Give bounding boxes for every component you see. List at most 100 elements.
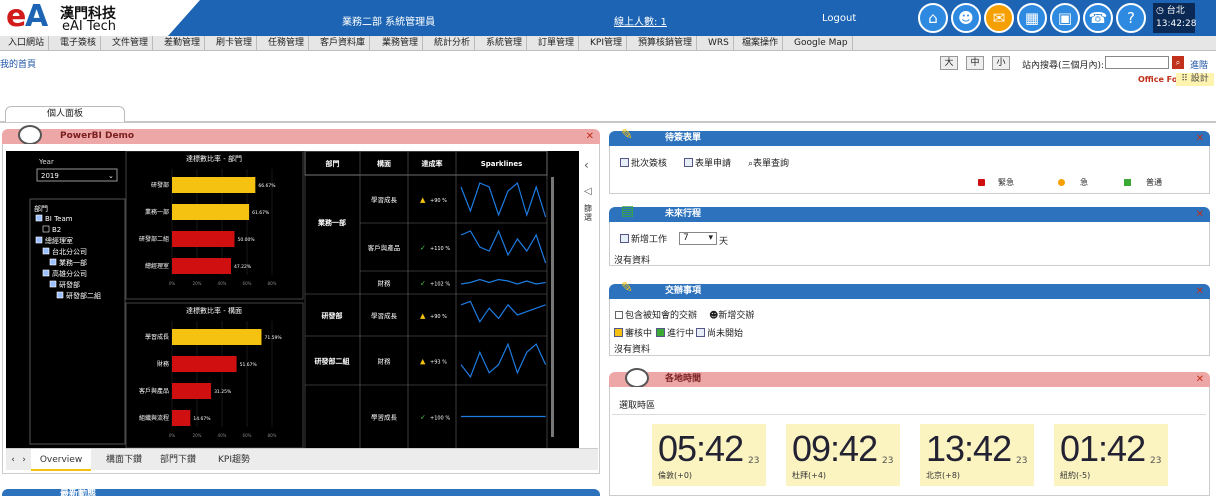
table-face-cell: 學習成長 [371, 413, 398, 422]
tabs-next-icon[interactable]: › [19, 449, 29, 471]
table-face-cell: 財務 [378, 279, 392, 288]
menu-item[interactable]: 預算核銷管理 [634, 36, 698, 51]
menu-item[interactable]: 電子簽核 [56, 36, 102, 51]
add-assignment-button[interactable]: ☻新增交辦 [709, 308, 754, 324]
logo[interactable]: e A 漢門科技 eAI Tech [0, 0, 200, 36]
filter-pane-label[interactable]: 篩選 [584, 204, 596, 222]
days-select[interactable]: 7 ▾ [679, 232, 717, 245]
normal-icon [1124, 179, 1131, 186]
filter-icon[interactable]: ◁ [584, 186, 592, 197]
data-label: 14.67% [193, 416, 211, 422]
collapse-chevron-icon[interactable]: ‹ [584, 158, 589, 172]
reviewing-icon [614, 328, 623, 337]
batch-sign-button[interactable]: 批次簽核 [620, 156, 667, 172]
main-menu-bar: 入口網站 電子簽核 文件管理 差勤管理 刷卡管理 任務管理 客戶資料庫 業務管理… [0, 36, 1216, 84]
menu-item[interactable]: 刷卡管理 [212, 36, 258, 51]
form-apply-button[interactable]: 表單申請 [684, 156, 731, 172]
close-icon[interactable]: ✕ [1196, 131, 1204, 146]
category-label: 業務一部 [145, 208, 169, 216]
grid-icon: ⠿ [1181, 74, 1188, 84]
filter-reviewing[interactable]: 審核中 [614, 326, 652, 342]
tree-node-label: B2 [52, 226, 61, 234]
design-button[interactable]: ⠿ 設計 [1176, 73, 1214, 86]
pending-forms-title: 待簽表單 [665, 133, 702, 143]
calendar-icon[interactable]: ▦ [1017, 3, 1047, 33]
powerbi-tab-overview[interactable]: Overview [31, 449, 91, 471]
add-task-button[interactable]: 新增工作 [620, 232, 667, 248]
logo-en-text: eAI Tech [62, 19, 116, 34]
tick-label: 40% [218, 433, 227, 438]
bar [172, 410, 191, 426]
close-icon[interactable]: ✕ [1196, 207, 1204, 222]
check-icon: ✓ [420, 244, 426, 252]
table-scrollbar[interactable] [551, 177, 554, 437]
days-unit: 天 [719, 237, 729, 247]
menu-item[interactable]: 文件管理 [108, 36, 154, 51]
tree-node-label: 研發部 [59, 280, 80, 289]
menu-item[interactable]: 訂單管理 [534, 36, 580, 51]
font-size-small-button[interactable]: 小 [992, 56, 1010, 70]
menu-item[interactable]: 系統管理 [482, 36, 528, 51]
online-count-link[interactable]: 線上人數: 1 [614, 13, 667, 28]
not-started-icon [696, 328, 705, 337]
checkbox[interactable] [615, 311, 623, 319]
tabs-prev-icon[interactable]: ‹ [8, 449, 18, 471]
briefcase-icon[interactable]: ▣ [1050, 3, 1080, 33]
tab-strip-line [0, 121, 1216, 123]
mail-icon[interactable]: ✉ [984, 3, 1014, 33]
tree-checkbox [56, 291, 64, 299]
select-timezone-button[interactable]: 選取時區 [619, 398, 655, 414]
table-rate-cell: +90 % [430, 314, 447, 320]
close-icon[interactable]: ✕ [586, 129, 594, 144]
table-rate-cell: +93 % [430, 360, 447, 366]
home-icon[interactable]: ⌂ [918, 3, 948, 33]
search-input[interactable] [1105, 56, 1169, 69]
close-icon[interactable]: ✕ [1196, 372, 1204, 387]
help-icon[interactable]: ? [1116, 3, 1146, 33]
menu-item[interactable]: 入口網站 [4, 36, 50, 51]
data-label: 71.59% [264, 335, 282, 341]
powerbi-tab-kpi-trend[interactable]: KPI趨勢 [204, 449, 264, 471]
tick-label: 0% [169, 281, 176, 286]
font-size-large-button[interactable]: 大 [940, 56, 958, 70]
filter-not-started[interactable]: 尚未開始 [696, 326, 743, 342]
check-icon: ✓ [420, 280, 426, 288]
clock-time: 09:42 [792, 428, 878, 469]
breadcrumb[interactable]: 我的首頁 [0, 57, 36, 70]
filter-in-progress[interactable]: 進行中 [656, 326, 694, 342]
tick-label: 60% [243, 281, 252, 286]
add-task-label: 新增工作 [631, 235, 668, 245]
tab-personal-panel[interactable]: 個人面板 [5, 106, 125, 122]
font-size-medium-button[interactable]: 中 [966, 56, 984, 70]
menu-item[interactable]: 客戶資料庫 [316, 36, 371, 51]
menu-item[interactable]: 業務管理 [378, 36, 424, 51]
menu-item[interactable]: WRS [704, 36, 734, 51]
current-user: 業務二部 系統管理員 [342, 17, 436, 28]
menu-item[interactable]: KPI管理 [586, 36, 627, 51]
tree-checkbox [35, 236, 43, 244]
search-icon[interactable]: ⌕ [1172, 56, 1184, 69]
menu-item[interactable]: 差勤管理 [160, 36, 206, 51]
logout-link[interactable]: Logout [822, 13, 856, 24]
filter-reviewing-label: 審核中 [625, 329, 653, 339]
menu-item[interactable]: Google Map [790, 36, 853, 51]
close-icon[interactable]: ✕ [1196, 284, 1204, 299]
tree-node-label: 總經理室 [45, 236, 73, 245]
table-face-cell: 財務 [378, 357, 392, 366]
user-icon[interactable]: ☻ [951, 3, 981, 33]
menu-item[interactable]: 檔案操作 [738, 36, 784, 51]
phone-icon[interactable]: ☎ [1083, 3, 1113, 33]
form-query-button[interactable]: ⌕表單查詢 [748, 156, 789, 172]
table-rate-cell: +102 % [430, 282, 450, 288]
include-notified-checkbox[interactable]: 包含被知會的交辦 [615, 308, 697, 324]
powerbi-tab-face-drill[interactable]: 構面下鑽 [94, 449, 154, 471]
menu-item[interactable]: 統計分析 [430, 36, 476, 51]
powerbi-tab-dept-drill[interactable]: 部門下鑽 [148, 449, 208, 471]
table-face-cell: 學習成長 [371, 311, 398, 320]
clock-seconds: 23 [748, 456, 760, 466]
tasks-empty: 沒有資料 [614, 345, 651, 355]
advanced-search-link[interactable]: 進階 [1190, 58, 1208, 71]
menu-item[interactable]: 任務管理 [264, 36, 310, 51]
bar-chart-dept-title: 達標數比率 - 部門 [186, 154, 242, 163]
year-slicer-label: Year [38, 158, 54, 166]
